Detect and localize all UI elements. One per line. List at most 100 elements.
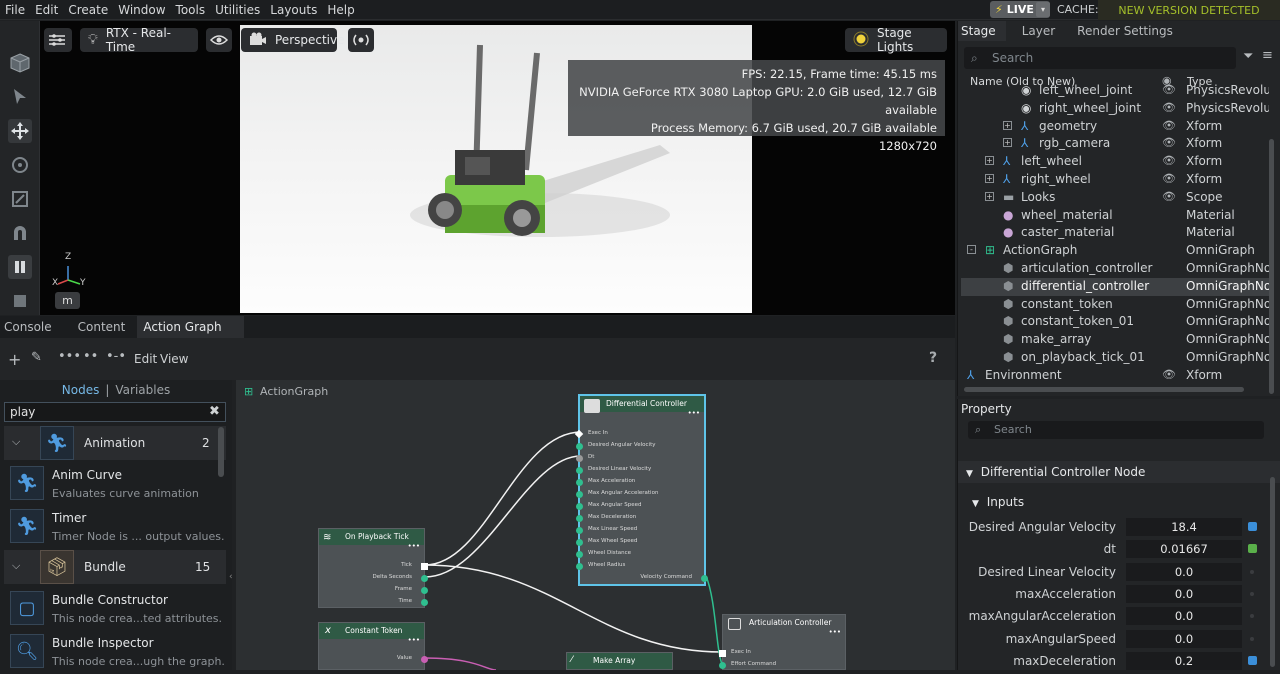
stage-row-right-wheel-joint[interactable]: ◉ right_wheel_joint 👁︎ PhysicsRevolute (961, 100, 1269, 118)
expand-icon[interactable]: + (1003, 120, 1012, 130)
keyframe-marker-icon[interactable] (1248, 522, 1257, 531)
stage-row-actiongraph[interactable]: - ⊞ ActionGraph OmniGraph (961, 242, 1269, 260)
exec-pin[interactable] (719, 650, 726, 657)
stage-row-constant-token-01[interactable]: ⬢ constant_token_01 OmniGraphNod (961, 313, 1269, 331)
pin[interactable] (576, 527, 583, 534)
keyframe-marker-icon[interactable] (1250, 569, 1254, 574)
stage-row-wheel-material[interactable]: ● wheel_material Material (961, 207, 1269, 225)
pin[interactable] (576, 515, 583, 522)
keyframe-marker-icon[interactable] (1248, 655, 1257, 665)
rotate-tool-icon[interactable] (8, 153, 32, 177)
stage-row-left-wheel[interactable]: + ⅄ left_wheel 👁︎ Xform (961, 153, 1269, 171)
live-dropdown-chevron-icon[interactable]: ▾ (1036, 2, 1050, 17)
visibility-eye-icon[interactable]: 👁︎ (1162, 172, 1176, 185)
property-value-field[interactable]: 0.0 (1126, 629, 1242, 648)
collapse-icon[interactable]: - (967, 245, 976, 255)
stage-lights-button[interactable]: Stage Lights (845, 26, 947, 54)
clear-search-icon[interactable]: ✖ (209, 404, 220, 419)
library-item-bundle-inspector[interactable]: 🔍︎ Bundle Inspector This node crea...ugh… (4, 632, 226, 674)
visibility-eye-icon[interactable]: 👁︎ (1162, 154, 1176, 167)
stage-search-input[interactable]: Search (964, 47, 1236, 69)
stage-scrollbar-horizontal[interactable] (964, 387, 1244, 392)
expand-icon[interactable]: + (985, 191, 994, 201)
stage-row-on-playback-tick-01[interactable]: ⬢ on_playback_tick_01 OmniGraphNod (961, 349, 1269, 367)
menu-edit[interactable]: Edit (30, 3, 63, 17)
tab-render-settings[interactable]: Render Settings (1065, 21, 1183, 41)
pin[interactable] (576, 503, 583, 510)
dots-icon[interactable]: •• (83, 349, 98, 364)
library-scrollbar[interactable] (218, 427, 224, 477)
property-value-field[interactable]: 0.0 (1126, 607, 1242, 626)
stage-row-constant-token[interactable]: ⬢ constant_token OmniGraphNod (961, 296, 1269, 314)
cache-status-badge[interactable]: NEW VERSION DETECTED (1098, 0, 1280, 20)
pin[interactable] (421, 587, 428, 594)
keyframe-marker-icon[interactable] (1250, 636, 1254, 641)
visibility-eye-icon[interactable]: 👁︎ (1162, 101, 1176, 114)
stage-row-articulation-controller[interactable]: ⬢ articulation_controller OmniGraphNod (961, 260, 1269, 278)
stage-row-looks[interactable]: + ▬ Looks 👁︎ Scope (961, 189, 1269, 207)
property-value-field[interactable]: 0.2 (1126, 651, 1242, 670)
node-menu-icon[interactable]: ••• (408, 636, 420, 644)
stage-row-geometry[interactable]: + ⅄ geometry 👁︎ Xform (961, 118, 1269, 136)
tab-action-graph[interactable]: Action Graph (137, 316, 244, 338)
library-item-timer[interactable]: 🏃︎ Timer Timer Node is ... output values… (4, 507, 226, 549)
tab-nodes[interactable]: Nodes (62, 383, 100, 397)
keyframe-marker-icon[interactable] (1250, 591, 1254, 596)
pin[interactable] (576, 443, 583, 450)
visibility-eye-icon[interactable]: 👁︎ (1162, 190, 1176, 203)
pin[interactable] (576, 479, 583, 486)
node-make-array[interactable]: Make Array ⁄ (566, 652, 673, 670)
pin[interactable] (576, 539, 583, 546)
camera-button[interactable]: Perspective (241, 28, 345, 52)
stage-row-differential-controller[interactable]: ⬢ differential_controller OmniGraphNod (961, 277, 1269, 296)
stage-scrollbar-vertical[interactable] (1269, 139, 1274, 394)
add-icon[interactable]: + (8, 350, 21, 369)
library-item-bundle-constructor[interactable]: ▢ Bundle Constructor This node crea...te… (4, 589, 226, 631)
viewport-settings-icon[interactable] (44, 28, 72, 52)
visibility-eye-icon[interactable]: 👁︎ (1162, 368, 1176, 381)
property-value-field[interactable]: 0.0 (1126, 562, 1242, 581)
property-value-field[interactable]: 0.01667 (1126, 540, 1242, 559)
more-icon[interactable]: ••• (58, 349, 81, 364)
unit-badge[interactable]: m (55, 292, 80, 309)
visibility-eye-icon[interactable] (206, 28, 232, 52)
pin[interactable] (421, 575, 428, 582)
broadcast-icon[interactable] (348, 28, 374, 52)
category-animation[interactable]: ⌵ 🏃︎ Animation 2 (4, 426, 226, 460)
menu-utilities[interactable]: Utilities (210, 3, 265, 17)
pin[interactable] (421, 599, 428, 606)
help-icon[interactable]: ? (929, 350, 937, 366)
renderer-button[interactable]: 💡︎ RTX - Real-Time (80, 26, 198, 54)
category-bundle[interactable]: ⌵ 📦︎ Bundle 15 (4, 550, 226, 584)
output-pin[interactable] (701, 575, 708, 582)
filter-icon[interactable]: ⏷ (1243, 49, 1253, 64)
view-menu[interactable]: View (160, 352, 188, 366)
menu-help[interactable]: Help (322, 3, 359, 17)
menu-tools[interactable]: Tools (171, 3, 211, 17)
visibility-eye-icon[interactable]: 👁︎ (1162, 83, 1176, 96)
group-differential-controller-node[interactable]: ▼ Differential Controller Node (958, 461, 1280, 483)
keyframe-marker-icon[interactable] (1250, 614, 1254, 619)
stage-row-rgb-camera[interactable]: + ⅄ rgb_camera 👁︎ Xform (961, 135, 1269, 153)
stage-row-left-wheel-joint[interactable]: ◉ left_wheel_joint 👁︎ PhysicsRevolute (961, 82, 1269, 100)
move-tool-icon[interactable] (8, 119, 32, 143)
snap-magnet-icon[interactable] (8, 221, 32, 245)
edit-pencil-icon[interactable]: ✎ (31, 350, 42, 365)
select-mode-cube-icon[interactable] (8, 51, 32, 75)
library-item-anim-curve[interactable]: 🏃︎ Anim Curve Evaluates curve animation (4, 464, 226, 506)
stage-row-make-array[interactable]: ⬢ make_array OmniGraphNod (961, 331, 1269, 349)
collapse-panel-icon[interactable]: ‹ (229, 572, 233, 582)
node-articulation-controller[interactable]: Articulation Controller ••• Exec In Effo… (719, 614, 846, 670)
node-constant-token[interactable]: Constant Token x ••• Value (318, 622, 428, 670)
property-value-field[interactable]: 0.0 (1126, 584, 1242, 603)
menu-file[interactable]: File (0, 3, 30, 17)
menu-dots-icon[interactable]: •‐• (106, 349, 126, 364)
property-scrollbar[interactable] (1270, 477, 1275, 667)
tab-console[interactable]: Console (0, 316, 64, 338)
menu-create[interactable]: Create (63, 3, 113, 17)
stage-row-right-wheel[interactable]: + ⅄ right_wheel 👁︎ Xform (961, 171, 1269, 189)
pause-icon[interactable] (8, 255, 32, 279)
pin[interactable] (576, 467, 583, 474)
expand-icon[interactable]: + (1003, 138, 1012, 148)
graph-canvas[interactable]: ⊞ ActionGraph Differential Controller ••… (236, 380, 955, 670)
